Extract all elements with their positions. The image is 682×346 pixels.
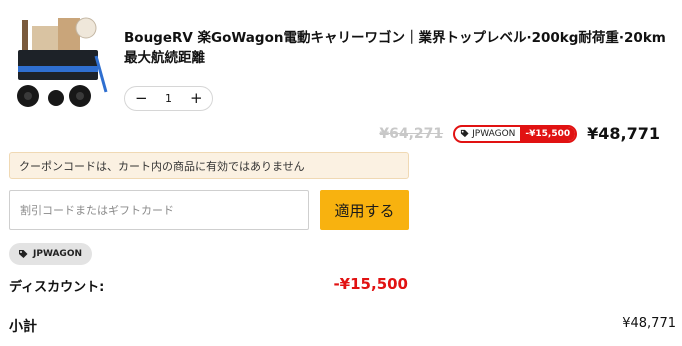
product-title[interactable]: BougeRV 楽GoWagon電動キャリーワゴン｜業界トップレベル·200kg… bbox=[124, 28, 669, 68]
tag-icon bbox=[19, 250, 28, 258]
item-price: ¥48,771 bbox=[587, 124, 660, 143]
decrease-quantity-button[interactable]: − bbox=[135, 91, 148, 106]
discount-badge-code: JPWAGON bbox=[472, 128, 516, 139]
subtotal-label: 小計 bbox=[9, 319, 37, 335]
quantity-value[interactable]: 1 bbox=[165, 92, 172, 105]
subtotal-value: ¥48,771 bbox=[622, 316, 676, 331]
tag-icon bbox=[461, 129, 469, 138]
applied-coupon-code: JPWAGON bbox=[33, 249, 83, 259]
discount-value: -¥15,500 bbox=[333, 275, 408, 293]
original-price: ¥64,271 bbox=[379, 125, 444, 142]
product-image bbox=[17, 17, 108, 107]
applied-coupon-tag[interactable]: JPWAGON bbox=[9, 243, 93, 265]
discount-label: ディスカウント: bbox=[9, 280, 105, 295]
price-row: ¥64,271 JPWAGON -¥15,500 ¥48,771 bbox=[379, 124, 660, 143]
discount-badge-amount: -¥15,500 bbox=[520, 126, 576, 141]
discount-badge: JPWAGON -¥15,500 bbox=[453, 124, 578, 143]
apply-button[interactable]: 適用する bbox=[320, 190, 409, 230]
increase-quantity-button[interactable]: + bbox=[190, 91, 203, 106]
coupon-error-notice: クーポンコードは、カート内の商品に有効ではありません bbox=[9, 152, 409, 179]
discount-code-input[interactable] bbox=[9, 190, 309, 230]
quantity-stepper[interactable]: − 1 + bbox=[124, 86, 213, 111]
